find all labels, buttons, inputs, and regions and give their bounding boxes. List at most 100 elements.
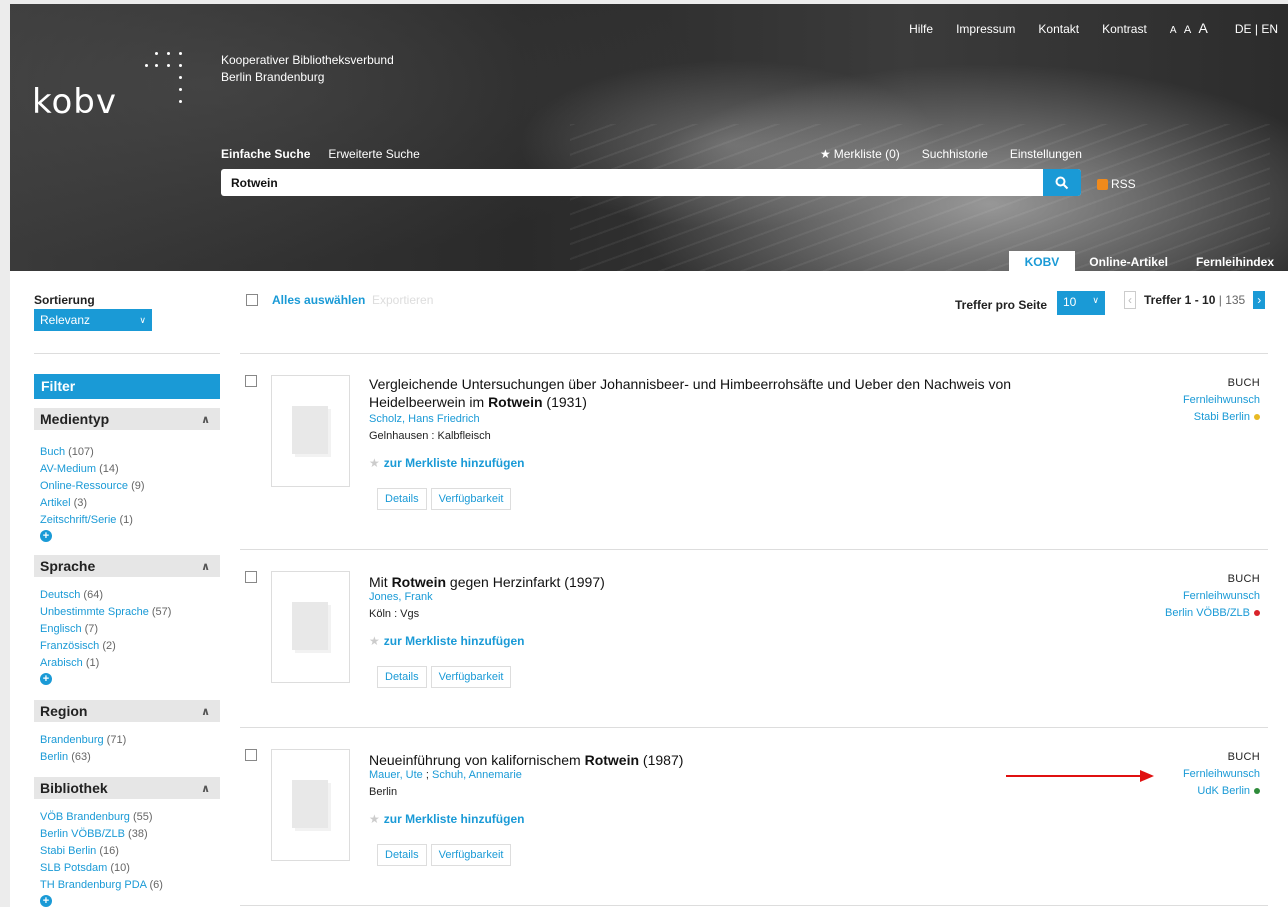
facet-item[interactable]: Zeitschrift/Serie (1) [40,512,145,529]
fernleihe-link[interactable]: Fernleihwunsch [1165,588,1260,605]
font-size-medium[interactable]: A [1184,24,1191,36]
result-actions: Details Verfügbarkeit [377,488,512,510]
status-dot-icon [1254,414,1260,421]
add-to-merkliste-link[interactable]: ★ zur Merkliste hinzufügen [369,456,524,470]
library-availability[interactable]: UdK Berlin [1183,783,1260,800]
prev-page-button[interactable]: ‹ [1124,291,1136,309]
facet-item[interactable]: Berlin (63) [40,749,126,766]
result-title[interactable]: Mit Rotwein gegen Herzinfarkt (1997) [369,573,1049,591]
availability-button[interactable]: Verfügbarkeit [430,488,512,510]
availability-button[interactable]: Verfügbarkeit [430,844,512,866]
result-author[interactable]: Mauer, Ute [369,769,423,781]
availability-button[interactable]: Verfügbarkeit [430,666,512,688]
kontrast-link[interactable]: Kontrast [1102,22,1147,36]
details-button[interactable]: Details [377,666,427,688]
search-history-link[interactable]: Suchhistorie [922,147,988,161]
rss-icon [1097,178,1108,190]
result-author[interactable]: Scholz, Hans Friedrich [369,413,480,425]
library-availability[interactable]: Berlin VÖBB/ZLB [1165,605,1260,622]
facet-item[interactable]: Brandenburg (71) [40,732,126,749]
filter-title: Filter [34,374,220,399]
font-size-large[interactable]: A [1199,20,1208,36]
facet-item[interactable]: Online-Ressource (9) [40,478,145,495]
facet-item[interactable]: Französisch (2) [40,638,171,655]
facet-item[interactable]: Englisch (7) [40,621,171,638]
settings-link[interactable]: Einstellungen [1010,147,1082,161]
facet-item[interactable]: VÖB Brandenburg (55) [40,809,163,826]
sort-select[interactable]: Relevanz ∨ [34,309,152,331]
export-link: Exportieren [372,293,434,307]
chevron-up-icon: ∧ [201,705,210,718]
search-icon [1055,176,1069,189]
facet-list-medientyp: Buch (107) AV-Medium (14) Online-Ressour… [40,444,145,542]
result-checkbox[interactable] [245,571,257,583]
top-navigation: Hilfe Impressum Kontakt Kontrast A A A D… [909,20,1278,36]
show-more-plus-icon[interactable]: + [40,895,52,907]
facet-item[interactable]: Stabi Berlin (16) [40,843,163,860]
facet-item[interactable]: Deutsch (64) [40,587,171,604]
select-all-link[interactable]: Alles auswählen [272,293,365,307]
star-icon: ★ [369,812,380,826]
details-button[interactable]: Details [377,844,427,866]
facet-item[interactable]: Buch (107) [40,444,145,461]
kontakt-link[interactable]: Kontakt [1038,22,1079,36]
tab-online-artikel[interactable]: Online-Artikel [1075,251,1182,271]
language-switch[interactable]: DE | EN [1235,22,1278,36]
cover-thumbnail[interactable] [271,749,350,861]
fernleihe-link[interactable]: Fernleihwunsch [1183,392,1260,409]
select-all-checkbox[interactable] [246,294,258,306]
add-to-merkliste-link[interactable]: ★ zur Merkliste hinzufügen [369,812,524,826]
per-page-label: Treffer pro Seite [955,298,1048,312]
tab-simple-search[interactable]: Einfache Suche [221,147,310,161]
result-checkbox[interactable] [245,375,257,387]
star-icon: ★ [369,634,380,648]
facet-header-sprache[interactable]: Sprache ∧ [34,555,220,577]
tab-fernleihindex[interactable]: Fernleihindex [1182,251,1288,271]
per-page-select[interactable]: 10 ∨ [1057,291,1105,315]
tab-kobv[interactable]: KOBV [1008,251,1076,271]
cover-thumbnail[interactable] [271,375,350,487]
facet-item[interactable]: TH Brandenburg PDA (6) [40,877,163,894]
show-more-plus-icon[interactable]: + [40,530,52,542]
rss-link[interactable]: RSS [1097,177,1136,191]
library-availability[interactable]: Stabi Berlin [1183,409,1260,426]
result-checkbox[interactable] [245,749,257,761]
tab-advanced-search[interactable]: Erweiterte Suche [328,147,419,161]
chevron-up-icon: ∧ [201,560,210,573]
result-title[interactable]: Vergleichende Untersuchungen über Johann… [369,375,1049,411]
next-page-button[interactable]: › [1253,291,1266,309]
facet-item[interactable]: Arabisch (1) [40,655,171,672]
add-to-merkliste-link[interactable]: ★ zur Merkliste hinzufügen [369,634,524,648]
hits-total: 135 [1225,293,1246,307]
facet-item[interactable]: SLB Potsdam (10) [40,860,163,877]
facet-item[interactable]: Artikel (3) [40,495,145,512]
impressum-link[interactable]: Impressum [956,22,1015,36]
result-meta: BUCH Fernleihwunsch UdK Berlin [1183,749,1260,800]
facet-header-medientyp[interactable]: Medientyp ∧ [34,408,220,430]
facet-item[interactable]: Berlin VÖBB/ZLB (38) [40,826,163,843]
cover-thumbnail[interactable] [271,571,350,683]
search-button[interactable] [1043,169,1081,196]
kobv-logo[interactable]: kobv [32,82,117,122]
show-more-plus-icon[interactable]: + [40,673,52,685]
result-author[interactable]: Schuh, Annemarie [432,769,522,781]
result-author[interactable]: Jones, Frank [369,591,433,603]
book-placeholder-icon [292,780,328,828]
facet-item[interactable]: Unbestimmte Sprache (57) [40,604,171,621]
result-title[interactable]: Neueinführung von kalifornischem Rotwein… [369,751,1049,769]
merkliste-link[interactable]: ★ Merkliste (0) [820,147,900,161]
facet-item[interactable]: AV-Medium (14) [40,461,145,478]
details-button[interactable]: Details [377,488,427,510]
result-authors: Mauer, Ute ; Schuh, Annemarie [369,769,522,781]
facet-header-region[interactable]: Region ∧ [34,700,220,722]
annotation-arrow-icon [1006,770,1154,782]
facet-title: Bibliothek [40,780,108,796]
library-name: Stabi Berlin [1193,411,1250,423]
library-name: Berlin VÖBB/ZLB [1165,607,1250,619]
help-link[interactable]: Hilfe [909,22,933,36]
hits-separator: | [1218,293,1222,307]
search-input[interactable] [221,169,1043,196]
facet-header-bibliothek[interactable]: Bibliothek ∧ [34,777,220,799]
font-size-small[interactable]: A [1170,25,1177,36]
fernleihe-link[interactable]: Fernleihwunsch [1183,766,1260,783]
